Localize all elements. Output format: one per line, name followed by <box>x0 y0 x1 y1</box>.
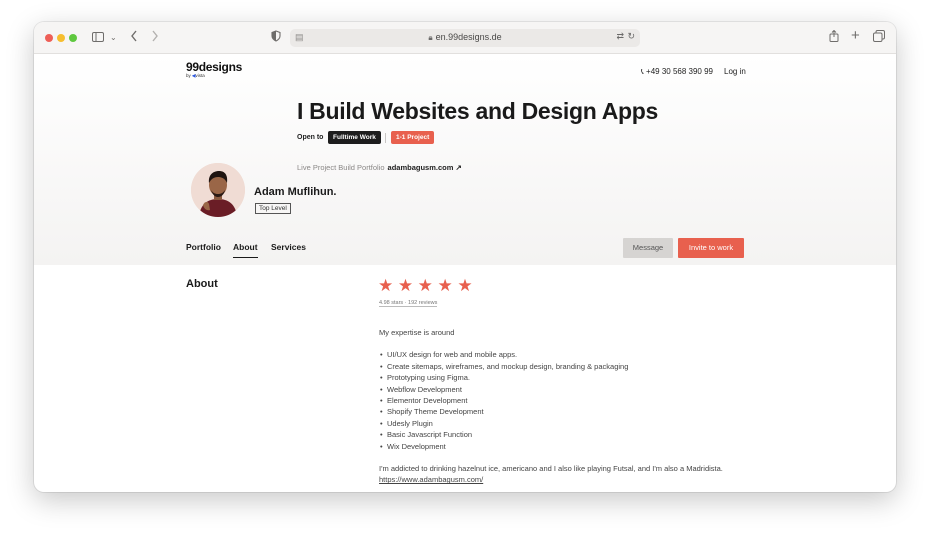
new-tab-icon[interactable]: + <box>851 28 860 44</box>
list-item: Create sitemaps, wireframes, and mockup … <box>387 361 779 372</box>
message-button[interactable]: Message <box>623 238 673 258</box>
reviews-link[interactable]: 4.98 stars · 192 reviews <box>379 300 438 307</box>
list-item: Basic Javascript Function <box>387 429 779 440</box>
shield-icon[interactable] <box>271 30 281 46</box>
minimize-window-button[interactable] <box>57 34 65 42</box>
about-intro: My expertise is around <box>379 328 455 337</box>
site-logo[interactable]: 99designs by ◀vista <box>186 60 242 79</box>
tab-services[interactable]: Services <box>271 242 306 252</box>
list-item: Udesly Plugin <box>387 418 779 429</box>
list-item: Prototyping using Figma. <box>387 372 779 383</box>
browser-window: ⌄ ▤ 🔒︎ en.99designs.de ⇄ ↻ + 99designs b… <box>34 22 896 492</box>
tab-portfolio[interactable]: Portfolio <box>186 242 221 252</box>
forward-icon[interactable] <box>151 30 159 46</box>
sidebar-icon[interactable] <box>92 30 104 46</box>
badge-divider <box>385 133 386 143</box>
url-text: en.99designs.de <box>435 32 502 42</box>
badge-one-to-one-project: 1-1 Project <box>391 131 435 144</box>
browser-toolbar: ⌄ ▤ 🔒︎ en.99designs.de ⇄ ↻ + <box>34 22 896 54</box>
close-window-button[interactable] <box>45 34 53 42</box>
page-title: I Build Websites and Design Apps <box>297 98 659 124</box>
reload-icon[interactable]: ↻ <box>627 31 635 42</box>
profile-hero: 99designs by ◀vista 📞︎ +49 30 568 390 99… <box>34 54 896 265</box>
badge-fulltime-work: Fulltime Work <box>328 131 381 144</box>
share-icon[interactable] <box>829 29 839 46</box>
about-heading: About <box>186 278 218 290</box>
address-bar[interactable]: ▤ 🔒︎ en.99designs.de ⇄ ↻ <box>290 29 640 47</box>
level-badge: Top Level <box>255 203 291 214</box>
about-closing: I'm addicted to drinking hazelnut ice, a… <box>379 464 723 474</box>
invite-to-work-button[interactable]: Invite to work <box>678 238 744 258</box>
login-link[interactable]: Log in <box>724 67 746 76</box>
open-to-label: Open to <box>297 134 324 141</box>
translate-icon[interactable]: ⇄ <box>616 31 624 42</box>
list-item: Wix Development <box>387 441 779 452</box>
lock-icon: 🔒︎ <box>428 33 433 42</box>
avatar <box>191 163 245 217</box>
maximize-window-button[interactable] <box>69 34 77 42</box>
phone-number[interactable]: 📞︎ +49 30 568 390 99 <box>641 67 713 77</box>
phone-icon: 📞︎ <box>641 67 644 76</box>
skills-list: UI/UX design for web and mobile apps. Cr… <box>387 349 779 452</box>
about-content: My expertise is around UI/UX design for … <box>379 327 779 486</box>
website-link[interactable]: https://www.adambagusm.com/ <box>379 474 779 485</box>
list-item: UI/UX design for web and mobile apps. <box>387 349 779 360</box>
designer-name: Adam Muflihun. <box>254 186 337 198</box>
list-item: Elementor Development <box>387 395 779 406</box>
list-item: Shopify Theme Development <box>387 406 779 417</box>
back-icon[interactable] <box>130 30 138 46</box>
list-item: Webflow Development <box>387 384 779 395</box>
tab-overview-icon[interactable] <box>873 30 885 46</box>
tab-about[interactable]: About <box>233 242 258 258</box>
rating-stars: ★★★★★ <box>378 276 478 295</box>
chevron-down-icon[interactable]: ⌄ <box>110 30 117 46</box>
portfolio-link[interactable]: Live Project Build Portfolio adambagusm.c… <box>297 163 462 172</box>
